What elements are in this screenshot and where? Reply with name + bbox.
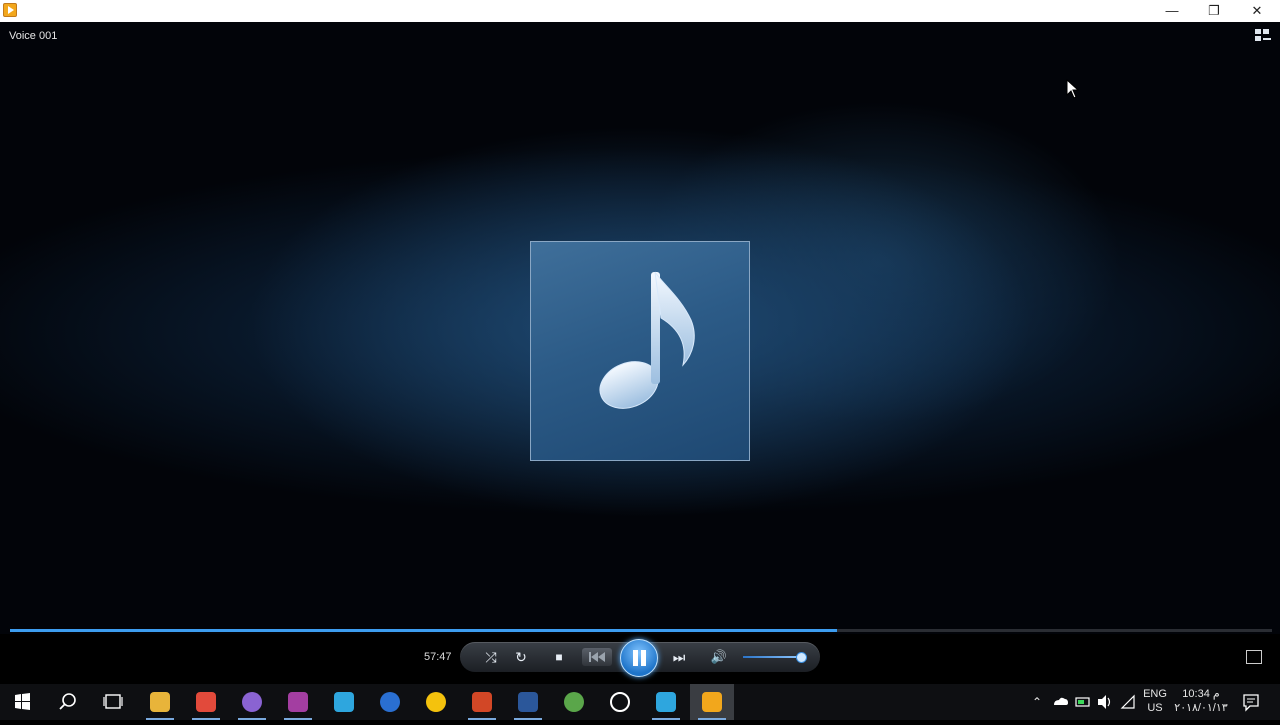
title-bar: — ❐ ✕ <box>0 0 1280 22</box>
mouse-cursor-icon <box>1066 79 1080 99</box>
now-playing-title: Voice 001 <box>9 30 58 42</box>
music-note-icon <box>599 271 695 409</box>
language-code: ENG <box>1143 688 1167 700</box>
clock-date: ۲۰۱۸/۰۱/۱۳ <box>1174 702 1228 714</box>
word-icon <box>518 692 538 712</box>
next-button[interactable]: ⏭ <box>668 649 690 665</box>
clock-time: 10:34 م <box>1182 688 1220 700</box>
seek-bar[interactable] <box>10 629 1272 632</box>
search-button[interactable] <box>46 684 90 720</box>
taskbar-app-powerpoint[interactable] <box>460 684 504 720</box>
chrome-icon <box>426 692 446 712</box>
seek-progress <box>10 629 837 632</box>
pause-button[interactable] <box>620 639 658 677</box>
start-button[interactable] <box>0 684 44 720</box>
task-view-button[interactable] <box>91 684 135 720</box>
taskbar-app-app-red[interactable] <box>184 684 228 720</box>
mute-button[interactable]: 🔊 <box>708 649 730 665</box>
stop-button[interactable]: ■ <box>548 649 570 665</box>
restore-button[interactable]: ❐ <box>1193 0 1235 22</box>
taskbar-app-file-explorer[interactable] <box>138 684 182 720</box>
switch-to-library-icon[interactable] <box>1255 29 1271 43</box>
telegram-icon <box>334 692 354 712</box>
close-button[interactable]: ✕ <box>1236 0 1278 22</box>
volume-slider[interactable] <box>743 656 801 658</box>
taskbar-app-browser-circle[interactable] <box>230 684 274 720</box>
wifi-icon[interactable] <box>1118 684 1138 720</box>
taskbar-app-telegram[interactable] <box>322 684 366 720</box>
previous-button[interactable] <box>582 648 612 666</box>
powerpoint-icon <box>472 692 492 712</box>
taskbar-app-pdf-app[interactable] <box>276 684 320 720</box>
action-center-icon[interactable] <box>1240 684 1262 720</box>
clock[interactable]: 10:34 م ۲۰۱۸/۰۱/۱۳ <box>1172 687 1230 723</box>
thunderbird-icon <box>380 692 400 712</box>
repeat-button[interactable]: ↻ <box>510 649 532 665</box>
taskbar-app-map-app[interactable] <box>552 684 596 720</box>
media-player-app-icon[interactable] <box>3 3 17 17</box>
control-pill: ⤮ ↻ ■ ⏭ 🔊 <box>460 639 820 677</box>
taskbar-app-telegram-2[interactable] <box>644 684 688 720</box>
taskbar-app-word[interactable] <box>506 684 550 720</box>
speaker-icon[interactable] <box>1095 684 1115 720</box>
taskbar: ⌃ ENG US 10:34 م ۲۰۱۸/۰۱/۱۳ <box>0 684 1280 720</box>
taskbar-app-alarm-clock[interactable] <box>598 684 642 720</box>
taskbar-app-media-player[interactable] <box>690 684 734 720</box>
battery-icon[interactable] <box>1073 684 1093 720</box>
shuffle-button[interactable]: ⤮ <box>480 649 502 665</box>
album-art <box>530 241 750 461</box>
file-explorer-icon <box>150 692 170 712</box>
search-icon <box>59 693 76 710</box>
fullscreen-icon[interactable] <box>1246 650 1262 664</box>
show-hidden-icons-chevron-icon[interactable]: ⌃ <box>1028 684 1046 720</box>
task-view-icon <box>103 694 123 709</box>
now-playing-stage[interactable]: Voice 001 <box>0 22 1280 640</box>
volume-slider-thumb[interactable] <box>796 652 808 663</box>
playback-controls: 57:47 ⤮ ↻ ■ ⏭ 🔊 <box>0 634 1280 684</box>
taskbar-app-chrome[interactable] <box>414 684 458 720</box>
previous-icon <box>589 652 605 662</box>
taskbar-app-thunderbird[interactable] <box>368 684 412 720</box>
input-language[interactable]: ENG US <box>1141 687 1169 723</box>
media-player-icon <box>702 692 722 712</box>
cloud-icon[interactable] <box>1050 684 1070 720</box>
minimize-button[interactable]: — <box>1151 0 1193 22</box>
map-app-icon <box>564 692 584 712</box>
region-code: US <box>1147 702 1163 714</box>
telegram-2-icon <box>656 692 676 712</box>
browser-circle-icon <box>242 692 262 712</box>
windows-logo-icon <box>15 693 30 710</box>
elapsed-time: 57:47 <box>424 651 452 663</box>
alarm-clock-icon <box>610 692 630 712</box>
app-red-icon <box>196 692 216 712</box>
pdf-app-icon <box>288 692 308 712</box>
